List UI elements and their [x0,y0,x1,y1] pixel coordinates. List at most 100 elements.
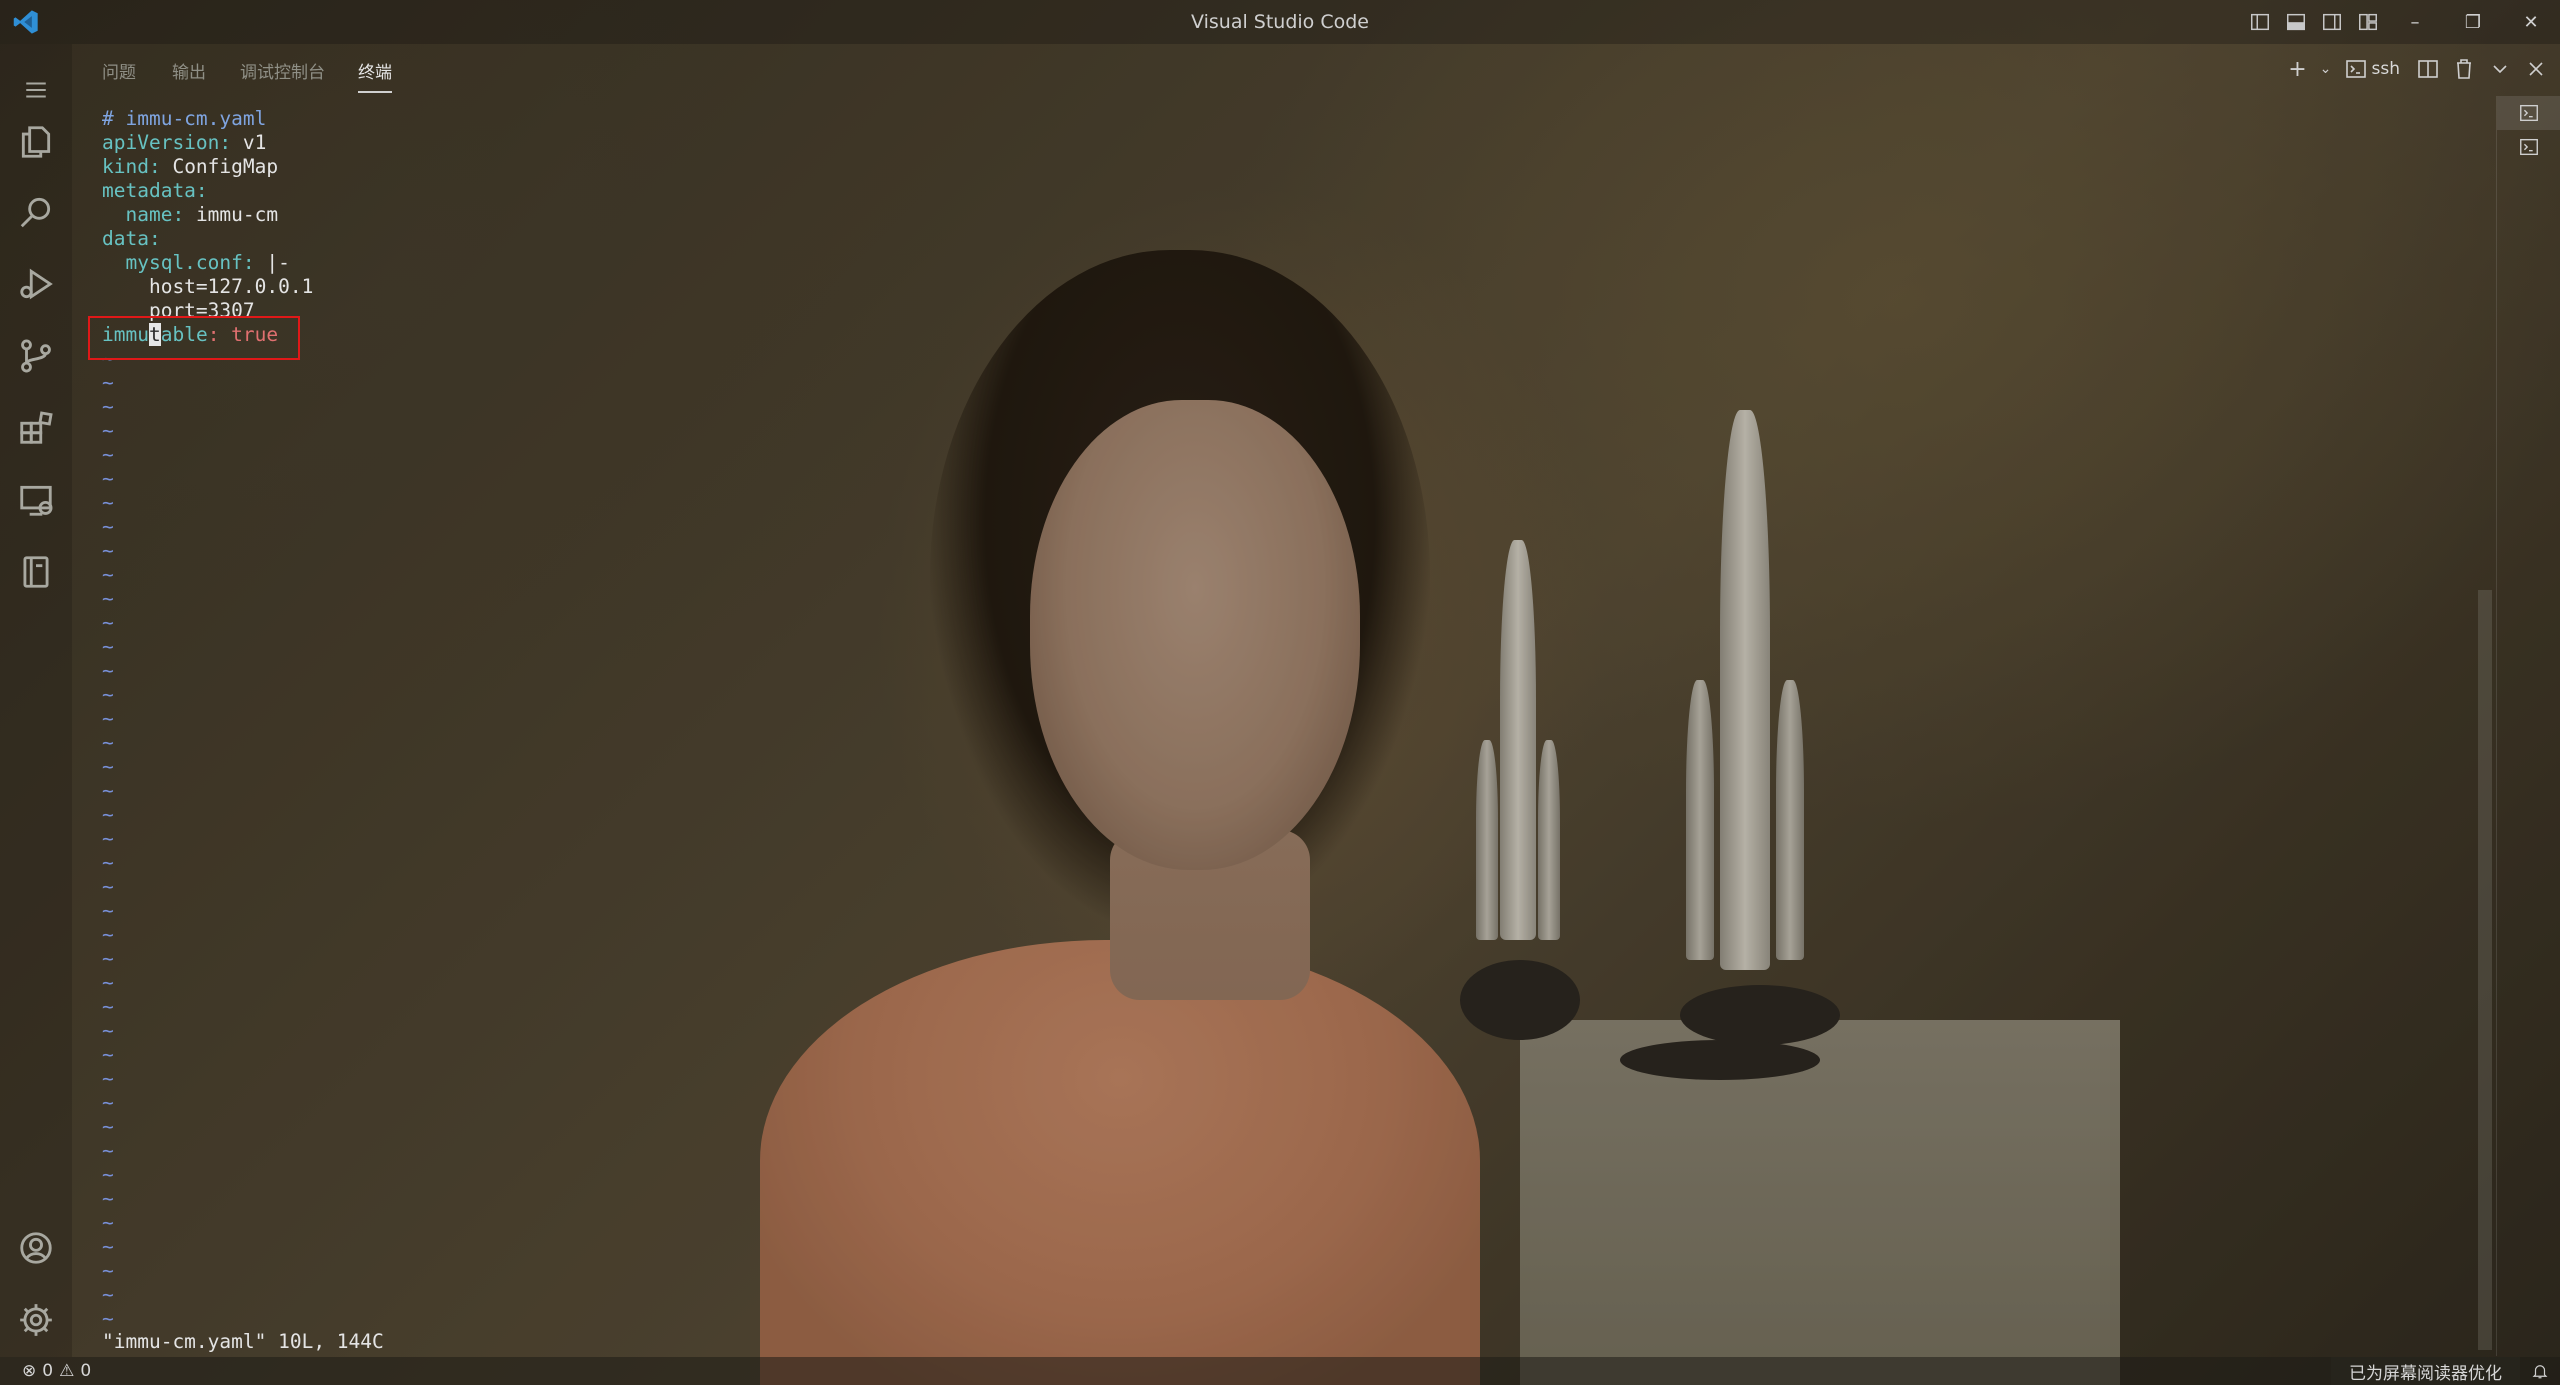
terminal-tabs-list [2496,96,2560,1356]
minimize-button[interactable]: – [2386,0,2444,44]
vim-empty-line-tilde: ~ [102,1259,114,1282]
problems-indicator[interactable]: ⊗ 0 ⚠ 0 [22,1361,91,1381]
vim-empty-line-tilde: ~ [102,659,114,682]
vim-empty-line-tilde: ~ [102,395,114,418]
tab-debug-console[interactable]: 调试控制台 [240,58,325,83]
vim-empty-line-tilde: ~ [102,995,114,1018]
vim-empty-line-tilde: ~ [102,1067,114,1090]
terminal-token: : [148,227,161,250]
vim-empty-line-tilde: ~ [102,443,114,466]
terminal-token: host=127.0.0.1 [102,275,314,298]
vim-empty-line-tilde: ~ [102,755,114,778]
background-dim [0,0,2560,1385]
terminal-token: : [242,251,267,274]
vim-empty-line-tilde: ~ [102,683,114,706]
vim-empty-line-tilde: ~ [102,1283,114,1306]
close-panel-icon[interactable] [2518,44,2554,94]
tab-terminal[interactable]: 终端 [358,58,392,93]
error-icon: ⊗ [22,1361,37,1381]
run-and-debug-icon[interactable] [0,252,72,316]
terminal-tab-1[interactable] [2497,96,2560,130]
terminal-name: ssh [2371,59,2401,79]
new-terminal-plus-icon[interactable]: + [2280,44,2316,94]
terminal-line: # immu-cm.yaml [102,107,313,131]
vim-empty-line-tilde: ~ [102,563,114,586]
vscode-logo-icon [13,10,38,34]
vim-empty-line-tilde: ~ [102,1139,114,1162]
remote-explorer-icon[interactable] [0,468,72,532]
maximize-panel-chevron-icon[interactable] [2482,44,2518,94]
panel-header: 问题 输出 调试控制台 终端 + ⌄ ssh [72,44,2560,94]
customize-layout-icon[interactable] [2350,0,2386,44]
explorer-icon[interactable] [0,110,72,174]
chevron-down-icon[interactable]: ⌄ [2316,44,2336,94]
status-bar: ⊗ 0 ⚠ 0 已为屏幕阅读器优化 [0,1357,2560,1385]
terminal-selector[interactable]: ssh [2344,44,2401,94]
terminal-icon [2345,60,2366,78]
vim-empty-line-tilde: ~ [102,1307,114,1330]
vim-status-message: "immu-cm.yaml" 10L, 144C [102,1330,384,1353]
manage-gear-icon[interactable] [0,1288,72,1352]
vim-empty-line-tilde: ~ [102,635,114,658]
error-count: 0 [42,1361,54,1381]
warning-icon: ⚠ [59,1361,75,1381]
split-terminal-icon[interactable] [2410,44,2446,94]
vim-empty-line-tilde: ~ [102,947,114,970]
vim-empty-line-tilde: ~ [102,779,114,802]
vim-empty-line-tilde: ~ [102,611,114,634]
vim-empty-line-tilde: ~ [102,1163,114,1186]
vim-empty-line-tilde: ~ [102,923,114,946]
tab-output[interactable]: 输出 [172,58,206,83]
accounts-icon[interactable] [0,1216,72,1280]
vim-empty-line-tilde: ~ [102,971,114,994]
vim-empty-line-tilde: ~ [102,587,114,610]
extensions-icon[interactable] [0,396,72,460]
vim-empty-line-tilde: ~ [102,467,114,490]
terminal-token: : [148,155,173,178]
close-window-button[interactable]: ✕ [2502,0,2560,44]
search-icon[interactable] [0,180,72,244]
vim-empty-line-tilde: ~ [102,731,114,754]
vim-empty-line-tilde: ~ [102,1019,114,1042]
source-control-icon[interactable] [0,324,72,388]
vim-empty-line-tilde: ~ [102,875,114,898]
terminal-token: data [102,227,149,250]
terminal-tab-2[interactable] [2497,130,2560,164]
tab-problems[interactable]: 问题 [102,58,136,83]
vim-empty-line-tilde: ~ [102,1115,114,1138]
terminal-content[interactable]: # immu-cm.yaml apiVersion: v1 kind: Config… [102,107,313,1331]
terminal-line: mysql.conf: |- [102,251,313,275]
vim-empty-line-tilde: ~ [102,851,114,874]
terminal-token: : [195,179,208,202]
vim-empty-line-tilde: ~ [102,491,114,514]
screen-reader-status[interactable]: 已为屏幕阅读器优化 [2331,1357,2520,1385]
terminal-token: mysql.conf [102,251,243,274]
notebook-icon[interactable] [0,540,72,604]
terminal-token: |- [266,251,290,274]
vim-empty-line-tilde: ~ [102,1211,114,1234]
terminal-icon [2520,138,2538,156]
activity-bar [0,44,72,1357]
terminal-line: kind: ConfigMap [102,155,313,179]
terminal-token: kind [102,155,149,178]
terminal-token: metadata [102,179,196,202]
toggle-primary-sidebar-icon[interactable] [2242,0,2278,44]
vim-empty-line-tilde: ~ [102,419,114,442]
terminal-token: # immu-cm.yaml [102,107,267,130]
vim-empty-line-tilde: ~ [102,827,114,850]
vim-empty-line-tilde: ~ [102,1043,114,1066]
kill-terminal-trash-icon[interactable] [2446,44,2482,94]
vim-empty-line-tilde: ~ [102,707,114,730]
terminal-icon [2520,104,2538,122]
restore-button[interactable]: ❐ [2444,0,2502,44]
vim-empty-line-tilde: ~ [102,515,114,538]
terminal-scrollbar[interactable] [2478,590,2492,1350]
terminal-token: apiVersion [102,131,220,154]
terminal-line: data: [102,227,313,251]
terminal-token: name [102,203,173,226]
toggle-panel-icon[interactable] [2278,0,2314,44]
notifications-bell-icon[interactable] [2520,1357,2560,1385]
terminal-token: v1 [242,131,267,154]
vim-empty-line-tilde: ~ [102,1091,114,1114]
toggle-secondary-sidebar-icon[interactable] [2314,0,2350,44]
